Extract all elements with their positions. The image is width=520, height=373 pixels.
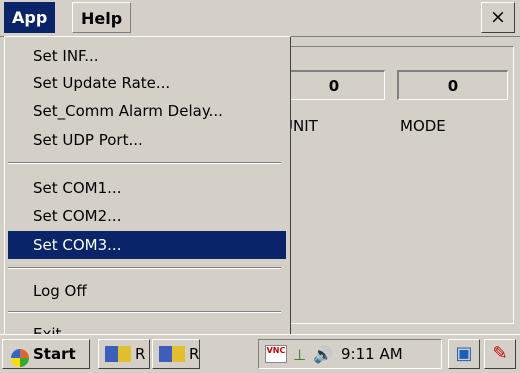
close-button[interactable]: × [481,2,515,33]
task-label: R [135,345,146,363]
network-icon[interactable]: ⊥ [293,346,306,364]
taskbar: Start R R VNC ⊥ 🔊 9:11 AM ▣ ✎ [0,334,520,373]
menu-bar: App Help × [0,0,520,37]
menu-item-set-udp-port[interactable]: Set UDP Port... [8,126,286,154]
start-label: Start [33,345,76,363]
mode-value-field: 0 [397,70,508,100]
vnc-icon[interactable]: VNC [265,345,287,363]
taskbar-app-button-1[interactable]: R [98,339,150,369]
app-dropdown-menu: Set INF... Set Update Rate... Set_Comm A… [4,36,291,350]
mode-label: MODE [400,117,446,135]
task-label: R [189,345,200,363]
menu-item-set-com2[interactable]: Set COM2... [8,202,286,230]
menu-item-set-com3[interactable]: Set COM3... [8,231,286,259]
app-icon [105,346,131,362]
menu-help[interactable]: Help [72,2,132,33]
clock[interactable]: 9:11 AM [341,340,403,368]
menu-item-set-com1[interactable]: Set COM1... [8,174,286,202]
menu-item-set-comm-alarm-delay[interactable]: Set_Comm Alarm Delay... [8,97,286,125]
desktop-icon[interactable]: ▣ [448,339,480,369]
menu-item-log-off[interactable]: Log Off [8,277,286,305]
taskbar-app-button-2[interactable]: R [152,339,200,369]
menu-separator [8,162,281,164]
speaker-icon[interactable]: 🔊 [313,345,333,364]
app-icon [159,346,185,362]
menu-item-set-inf[interactable]: Set INF... [8,42,286,70]
menu-separator [8,267,281,269]
system-tray: VNC ⊥ 🔊 9:11 AM [258,339,442,369]
start-flag-icon [11,349,29,367]
menu-separator [8,311,281,313]
menu-app[interactable]: App [4,2,56,33]
unit-value-field: 0 [282,70,385,100]
pen-icon[interactable]: ✎ [484,339,516,369]
menu-item-set-update-rate[interactable]: Set Update Rate... [8,69,286,97]
start-button[interactable]: Start [2,339,90,369]
